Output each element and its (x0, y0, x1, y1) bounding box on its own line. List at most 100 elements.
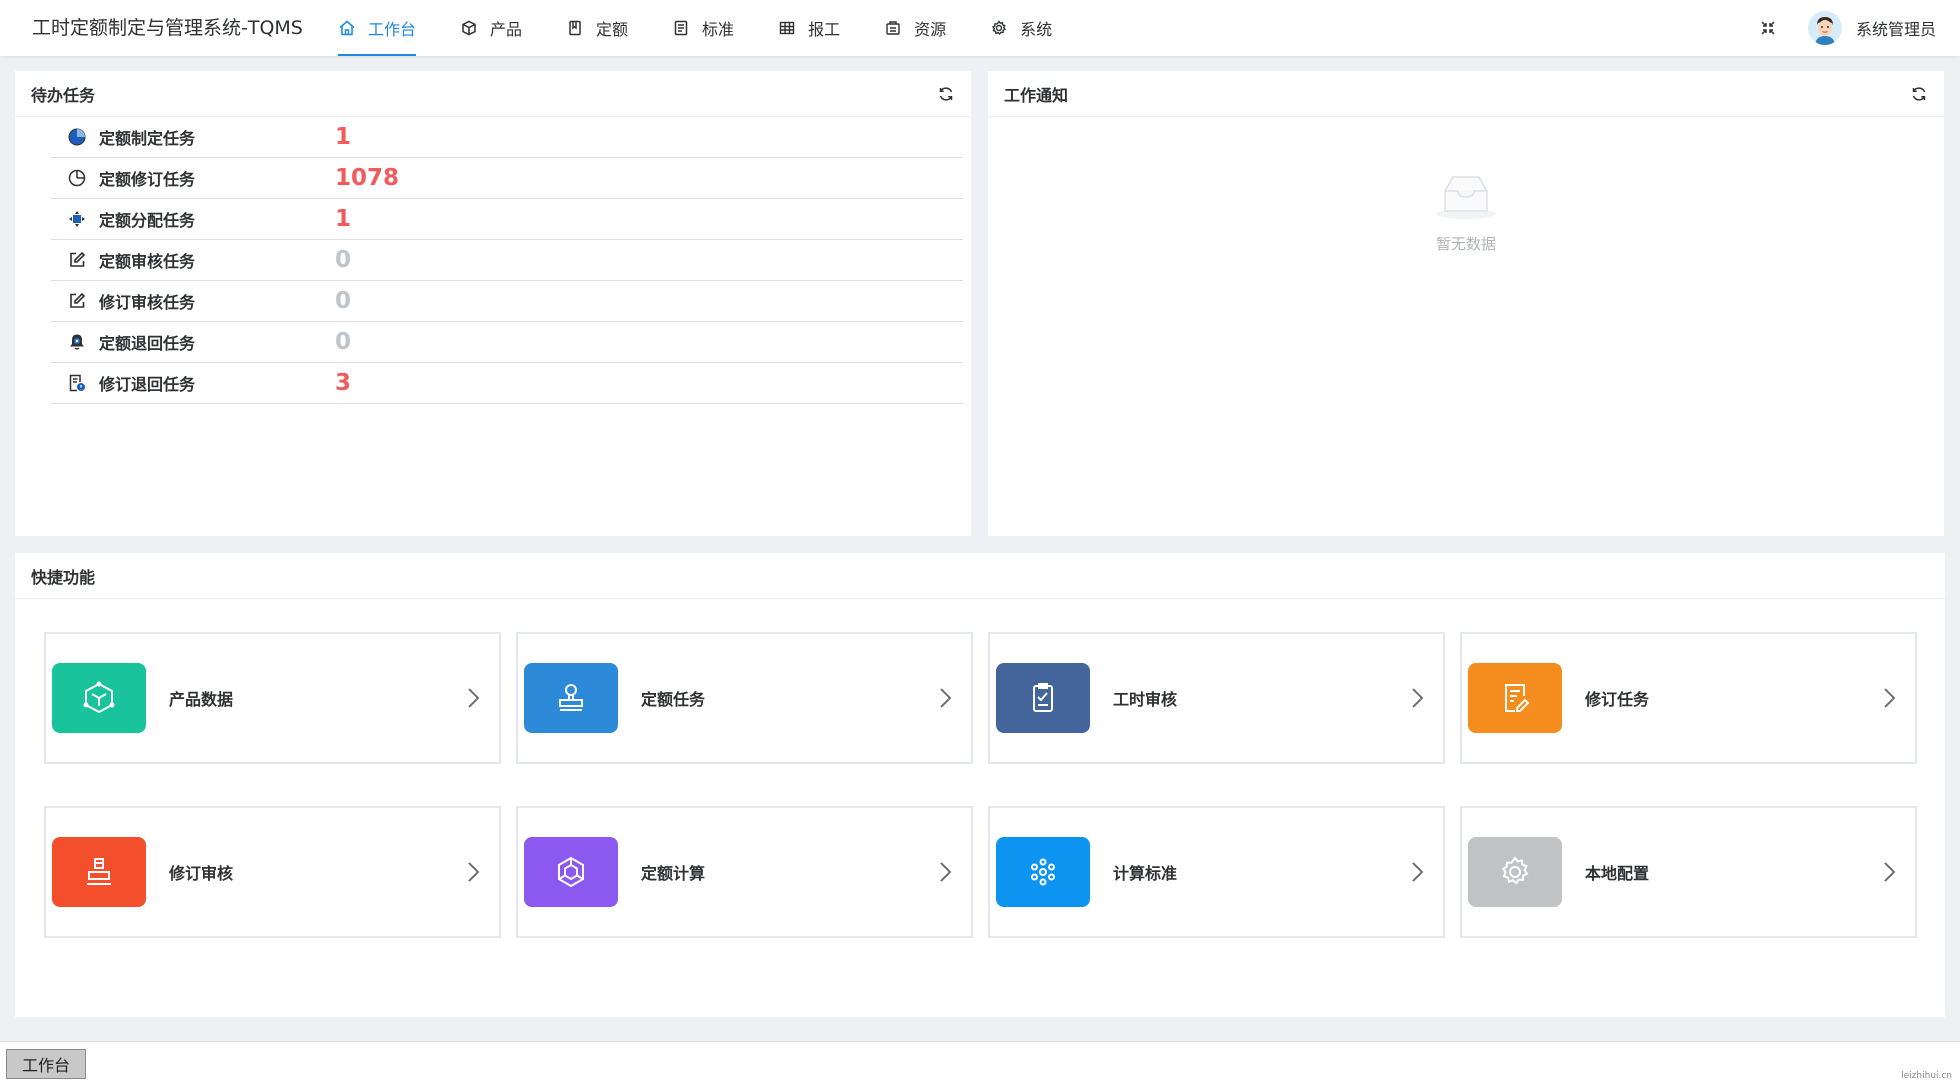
quick-panel-title: 快捷功能 (31, 567, 96, 587)
list-doc-icon (672, 19, 690, 37)
chevron-right-icon (1879, 861, 1899, 883)
empty-inbox-icon (1431, 171, 1501, 221)
notice-panel-header: 工作通知 (988, 71, 1944, 117)
task-count: 0 (335, 247, 352, 273)
bottom-taskbar: 工作台 leizhihui.cn (0, 1041, 1960, 1083)
nav-system[interactable]: 系统 (990, 0, 1052, 56)
nav-quota-label: 定额 (596, 20, 629, 39)
quick-card-local-config[interactable]: 本地配置 (1460, 806, 1917, 938)
main-nav: 工作台 产品 定额 标准 报工 资源 系统 (338, 0, 1096, 56)
quick-card-label: 计算标准 (1113, 864, 1178, 883)
task-list: 定额制定任务 1 定额修订任务 1078 定额分配任务 1 定额审核任务 0 修… (51, 117, 963, 404)
nav-report-label: 报工 (808, 20, 841, 39)
quick-card-label: 定额计算 (641, 864, 706, 883)
todo-panel-title: 待办任务 (31, 85, 96, 105)
task-count: 3 (335, 370, 352, 396)
notice-panel: 工作通知 暂无数据 (988, 71, 1944, 536)
book-icon (566, 19, 584, 37)
quick-card-label: 修订任务 (1585, 690, 1650, 709)
header-right: 系统管理员 (1758, 0, 1936, 56)
flower-dots-icon (996, 837, 1090, 907)
chevron-right-icon (463, 861, 483, 883)
edit-icon (67, 250, 87, 270)
task-label: 修订退回任务 (99, 375, 196, 394)
task-label: 定额修订任务 (99, 170, 196, 189)
distribute-icon (67, 209, 87, 229)
task-label: 定额制定任务 (99, 129, 196, 148)
quick-card-revise-task[interactable]: 修订任务 (1460, 632, 1917, 764)
nav-workbench[interactable]: 工作台 (338, 0, 417, 56)
gear-config-icon (1468, 837, 1562, 907)
resource-icon (884, 19, 902, 37)
quick-card-label: 本地配置 (1585, 864, 1650, 883)
nav-product[interactable]: 产品 (460, 0, 522, 56)
task-count: 1 (335, 124, 352, 150)
stamp-seal-icon (52, 837, 146, 907)
product-cube-icon (52, 663, 146, 733)
nav-standard-label: 标准 (702, 20, 735, 39)
checklist-icon (996, 663, 1090, 733)
refresh-icon[interactable] (1910, 85, 1928, 103)
hex-compute-icon (524, 837, 618, 907)
fullscreen-icon[interactable] (1758, 18, 1778, 38)
taskbar-tab-workbench[interactable]: 工作台 (6, 1049, 86, 1079)
chevron-right-icon (935, 687, 955, 709)
task-count: 1078 (335, 165, 400, 191)
task-row-revise-return[interactable]: 修订退回任务 3 (51, 363, 963, 404)
nav-report[interactable]: 报工 (778, 0, 840, 56)
quick-card-label: 产品数据 (169, 690, 234, 709)
quick-card-quota-compute[interactable]: 定额计算 (516, 806, 973, 938)
stamp-icon (524, 663, 618, 733)
quick-card-label: 工时审核 (1113, 690, 1178, 709)
edit-icon (67, 291, 87, 311)
chevron-right-icon (463, 687, 483, 709)
top-header: 工时定额制定与管理系统-TQMS 工作台 产品 定额 标准 报工 资源 系统 系… (0, 0, 1960, 56)
nav-system-label: 系统 (1020, 20, 1053, 39)
nav-quota[interactable]: 定额 (566, 0, 628, 56)
empty-text: 暂无数据 (1435, 235, 1496, 253)
nav-workbench-label: 工作台 (368, 20, 417, 39)
doc-edit-icon (1468, 663, 1562, 733)
nav-standard[interactable]: 标准 (672, 0, 734, 56)
quick-panel-header: 快捷功能 (15, 553, 1945, 599)
refresh-icon[interactable] (937, 85, 955, 103)
task-row-revise-review[interactable]: 修订审核任务 0 (51, 281, 963, 322)
task-label: 定额审核任务 (99, 252, 196, 271)
task-row-quota-revise[interactable]: 定额修订任务 1078 (51, 158, 963, 199)
task-label: 定额退回任务 (99, 334, 196, 353)
quick-card-label: 定额任务 (641, 690, 706, 709)
task-row-quota-review[interactable]: 定额审核任务 0 (51, 240, 963, 281)
nav-resource[interactable]: 资源 (884, 0, 946, 56)
chevron-right-icon (1407, 861, 1427, 883)
cube-icon (460, 19, 478, 37)
notice-panel-title: 工作通知 (1004, 85, 1069, 105)
nav-product-label: 产品 (490, 20, 523, 39)
doc-badge-icon (67, 373, 87, 393)
todo-panel: 待办任务 定额制定任务 1 定额修订任务 1078 定额分配任务 1 定额审核任… (15, 71, 971, 536)
username[interactable]: 系统管理员 (1856, 16, 1936, 40)
quick-card-hour-review[interactable]: 工时审核 (988, 632, 1445, 764)
quick-functions-panel: 快捷功能 产品数据 定额任务 工时审核 修订任务 修订审核 定额计算 计算标准 … (15, 553, 1945, 1017)
watermark: leizhihui.cn (1901, 1071, 1952, 1081)
task-label: 修订审核任务 (99, 293, 196, 312)
table-icon (778, 19, 796, 37)
empty-state: 暂无数据 (988, 171, 1944, 254)
task-count: 0 (335, 329, 352, 355)
task-row-quota-assign[interactable]: 定额分配任务 1 (51, 199, 963, 240)
pie-chart-icon (67, 127, 87, 147)
task-row-quota-return[interactable]: 定额退回任务 0 (51, 322, 963, 363)
quick-card-compute-standard[interactable]: 计算标准 (988, 806, 1445, 938)
chevron-right-icon (1407, 687, 1427, 709)
nav-resource-label: 资源 (914, 20, 947, 39)
task-row-quota-create[interactable]: 定额制定任务 1 (51, 117, 963, 158)
task-label: 定额分配任务 (99, 211, 196, 230)
home-icon (338, 19, 356, 37)
quick-card-revise-review[interactable]: 修订审核 (44, 806, 501, 938)
quick-card-quota-task[interactable]: 定额任务 (516, 632, 973, 764)
app-title: 工时定额制定与管理系统-TQMS (32, 17, 303, 39)
chevron-right-icon (935, 861, 955, 883)
quick-card-product-data[interactable]: 产品数据 (44, 632, 501, 764)
todo-panel-header: 待办任务 (15, 71, 971, 117)
avatar[interactable] (1807, 11, 1842, 45)
gear-icon (990, 19, 1008, 37)
